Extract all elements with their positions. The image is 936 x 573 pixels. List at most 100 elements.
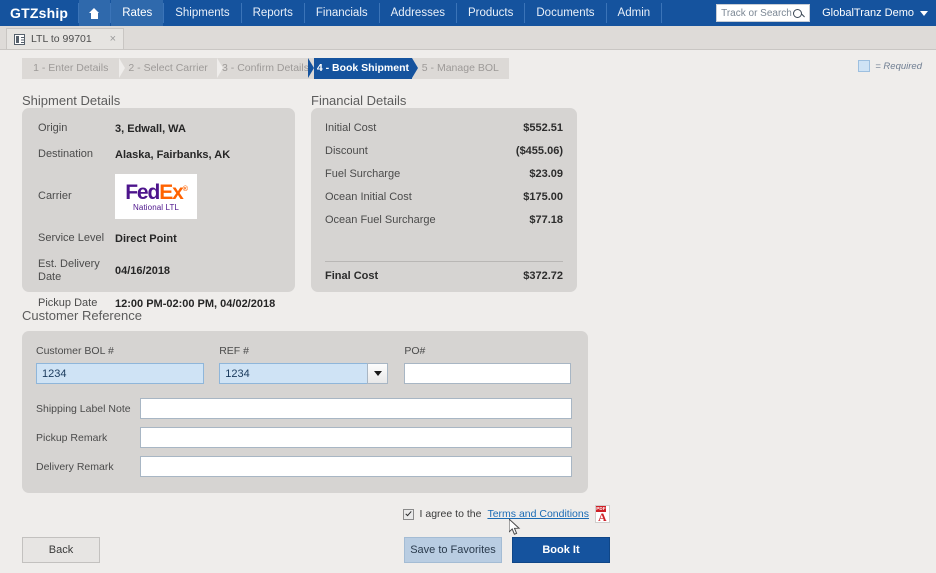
pickup-remark-row: Pickup Remark bbox=[36, 427, 572, 448]
financial-row-discount: Discount ($455.06) bbox=[325, 145, 563, 157]
nav-item-admin[interactable]: Admin bbox=[607, 0, 662, 26]
shipment-row-destination: Destination Alaska, Fairbanks, AK bbox=[38, 148, 283, 161]
customer-reference-top-row: Customer BOL # REF # PO# bbox=[36, 345, 572, 384]
shipping-label-note-input[interactable] bbox=[139, 398, 572, 419]
terms-and-conditions-link[interactable]: Terms and Conditions bbox=[487, 508, 589, 520]
app-brand[interactable]: GTZship bbox=[0, 0, 78, 26]
search-input[interactable] bbox=[721, 7, 794, 19]
financial-label-ocean-fuel-surcharge: Ocean Fuel Surcharge bbox=[325, 214, 436, 226]
financial-details-title: Financial Details bbox=[311, 93, 407, 108]
financial-value-initial-cost: $552.51 bbox=[523, 122, 563, 134]
shipment-label-carrier: Carrier bbox=[38, 190, 72, 202]
wizard-step-confirm-details[interactable]: 3 - Confirm Details bbox=[217, 58, 321, 79]
financial-value-discount: ($455.06) bbox=[515, 145, 563, 157]
required-legend-label: = Required bbox=[875, 60, 922, 72]
shipment-label-service-level: Service Level bbox=[38, 232, 105, 244]
nav-item-shipments[interactable]: Shipments bbox=[164, 0, 240, 26]
delivery-remark-label: Delivery Remark bbox=[36, 460, 114, 473]
financial-details-panel: Initial Cost $552.51 Discount ($455.06) … bbox=[311, 108, 577, 292]
delivery-remark-row: Delivery Remark bbox=[36, 456, 572, 477]
terms-agreement-text: I agree to the bbox=[419, 508, 482, 520]
home-icon bbox=[89, 7, 100, 19]
nav-item-rates[interactable]: Rates bbox=[111, 0, 164, 26]
customer-reference-notes: Shipping Label Note Pickup Remark Delive… bbox=[36, 398, 572, 477]
customer-bol-input[interactable] bbox=[36, 363, 204, 384]
document-tab-label: LTL to 99701 bbox=[31, 33, 92, 45]
financial-value-ocean-fuel-surcharge: $77.18 bbox=[529, 214, 563, 226]
nav-home-button[interactable] bbox=[79, 0, 111, 26]
chevron-down-icon bbox=[373, 371, 382, 376]
shipment-label-origin: Origin bbox=[38, 122, 68, 134]
search-box[interactable] bbox=[716, 4, 811, 22]
shipment-row-origin: Origin 3, Edwall, WA bbox=[38, 122, 283, 135]
user-menu[interactable]: GlobalTranz Demo bbox=[818, 0, 936, 26]
po-number-field: PO# bbox=[404, 345, 572, 384]
ref-number-input[interactable] bbox=[219, 363, 368, 384]
customer-bol-label: Customer BOL # bbox=[36, 345, 114, 357]
carrier-logo-fed: Fed bbox=[125, 180, 160, 204]
user-menu-label: GlobalTranz Demo bbox=[822, 7, 914, 19]
wizard-step-bar: 1 - Enter Details 2 - Select Carrier 3 -… bbox=[22, 58, 509, 79]
nav-item-documents[interactable]: Documents bbox=[525, 0, 605, 26]
ref-number-dropdown-button[interactable] bbox=[367, 363, 389, 384]
carrier-logo-registered: ® bbox=[182, 185, 188, 193]
shipment-value-destination: Alaska, Fairbanks, AK bbox=[115, 148, 231, 161]
close-icon[interactable]: × bbox=[108, 33, 118, 45]
financial-spacer bbox=[325, 237, 563, 261]
financial-label-ocean-initial-cost: Ocean Initial Cost bbox=[325, 191, 412, 203]
shipment-details-panel: Origin 3, Edwall, WA Destination Alaska,… bbox=[22, 108, 295, 310]
pickup-remark-label: Pickup Remark bbox=[36, 431, 108, 444]
ref-number-label: REF # bbox=[219, 345, 249, 357]
financial-label-final-cost: Final Cost bbox=[325, 270, 379, 282]
action-button-row: Back Save to Favorites Book It bbox=[22, 537, 610, 563]
shipment-row-carrier: Carrier FedEx® National LTL bbox=[38, 174, 283, 219]
pdf-glyph: A bbox=[598, 510, 607, 524]
nav-item-financials[interactable]: Financials bbox=[305, 0, 379, 26]
pickup-remark-input[interactable] bbox=[139, 427, 572, 448]
top-navigation-bar: GTZship Rates Shipments Reports Financia… bbox=[0, 0, 936, 26]
document-tab-strip: LTL to 99701 × bbox=[0, 26, 936, 50]
financial-row-fuel-surcharge: Fuel Surcharge $23.09 bbox=[325, 168, 563, 180]
financial-value-final-cost: $372.72 bbox=[523, 270, 563, 282]
delivery-remark-input[interactable] bbox=[139, 456, 572, 477]
shipment-value-origin: 3, Edwall, WA bbox=[115, 122, 186, 135]
terms-agreement-row: I agree to the Terms and Conditions PDF … bbox=[22, 505, 610, 523]
shipping-label-note-label: Shipping Label Note bbox=[36, 402, 131, 415]
search-icon[interactable] bbox=[793, 8, 803, 18]
chevron-down-icon bbox=[920, 10, 928, 16]
ref-number-combo bbox=[219, 363, 404, 384]
shipping-label-note-row: Shipping Label Note bbox=[36, 398, 572, 419]
customer-reference-title: Customer Reference bbox=[22, 308, 142, 323]
wizard-step-enter-details[interactable]: 1 - Enter Details bbox=[22, 58, 126, 79]
terms-agreement-checkbox[interactable] bbox=[402, 508, 414, 520]
nav-item-addresses[interactable]: Addresses bbox=[380, 0, 456, 26]
back-button[interactable]: Back bbox=[22, 537, 100, 563]
carrier-logo-subtitle: National LTL bbox=[133, 202, 179, 212]
financial-row-ocean-initial-cost: Ocean Initial Cost $175.00 bbox=[325, 191, 563, 203]
wizard-step-book-shipment[interactable]: 4 - Book Shipment bbox=[308, 58, 419, 79]
po-number-label: PO# bbox=[404, 345, 426, 357]
carrier-logo-fedex: FedEx® National LTL bbox=[115, 174, 197, 219]
document-list-icon bbox=[14, 33, 25, 45]
document-tab[interactable]: LTL to 99701 × bbox=[6, 28, 124, 49]
nav-item-reports[interactable]: Reports bbox=[242, 0, 304, 26]
financial-row-final-cost: Final Cost $372.72 bbox=[325, 261, 563, 282]
financial-label-initial-cost: Initial Cost bbox=[325, 122, 377, 134]
book-it-button[interactable]: Book It bbox=[512, 537, 610, 563]
pdf-icon[interactable]: PDF A bbox=[595, 505, 610, 523]
required-legend: = Required bbox=[858, 60, 922, 72]
financial-label-fuel-surcharge: Fuel Surcharge bbox=[325, 168, 401, 180]
customer-bol-field: Customer BOL # bbox=[36, 345, 219, 384]
po-number-input[interactable] bbox=[404, 363, 572, 384]
financial-row-initial-cost: Initial Cost $552.51 bbox=[325, 122, 563, 134]
wizard-step-select-carrier[interactable]: 2 - Select Carrier bbox=[119, 58, 224, 79]
financial-row-ocean-fuel-surcharge: Ocean Fuel Surcharge $77.18 bbox=[325, 214, 563, 226]
nav-item-products[interactable]: Products bbox=[457, 0, 524, 26]
carrier-logo-ex: Ex bbox=[159, 180, 184, 204]
save-to-favorites-button[interactable]: Save to Favorites bbox=[404, 537, 502, 563]
carrier-logo-wordmark: FedEx® bbox=[125, 180, 188, 204]
wizard-step-manage-bol[interactable]: 5 - Manage BOL bbox=[412, 58, 509, 79]
financial-label-discount: Discount bbox=[325, 145, 368, 157]
financial-details-column: Financial Details Initial Cost $552.51 D… bbox=[311, 93, 577, 292]
